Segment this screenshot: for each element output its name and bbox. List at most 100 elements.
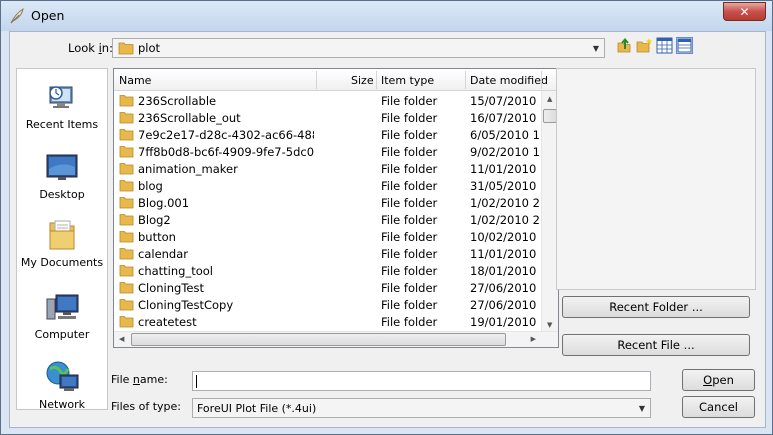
place-desktop[interactable]: Desktop — [17, 149, 107, 201]
file-name-cell: createtest — [138, 315, 197, 329]
text-caret — [196, 375, 197, 388]
files-of-type-dropdown[interactable]: ForeUI Plot File (*.4ui) ▼ — [192, 398, 651, 418]
places-bar: Recent Items Desktop My Documents Comput… — [16, 68, 108, 411]
file-row[interactable]: calendar File folder 11/01/2010 1 — [114, 245, 540, 262]
place-recent-items[interactable]: Recent Items — [17, 79, 107, 131]
folder-icon — [119, 128, 134, 144]
file-row[interactable]: Blog2 File folder 1/02/2010 2:4 — [114, 211, 540, 228]
file-name-cell: CloningTest — [138, 281, 204, 295]
file-row[interactable]: Blog.001 File folder 1/02/2010 2:0 — [114, 194, 540, 211]
scroll-left-icon[interactable]: ◀ — [119, 335, 124, 343]
close-icon: ✕ — [739, 4, 750, 19]
file-row[interactable]: chatting_tool File folder 18/01/2010 1 — [114, 262, 540, 279]
scroll-up-icon[interactable]: ▲ — [547, 95, 552, 103]
date-modified-cell: 11/01/2010 1 — [470, 162, 540, 176]
file-name-cell: Blog.001 — [138, 196, 190, 210]
open-button[interactable]: Open — [682, 369, 755, 391]
file-row[interactable]: 7ff8b0d8-bc6f-4909-9fe7-5dc0... File fold… — [114, 143, 540, 160]
file-name-cell: chatting_tool — [138, 264, 213, 278]
new-folder-icon[interactable] — [636, 37, 653, 54]
folder-icon — [119, 111, 134, 127]
look-in-dropdown[interactable]: plot ▼ — [112, 38, 605, 58]
item-type-cell: File folder — [381, 298, 438, 312]
horizontal-scroll-thumb[interactable] — [131, 333, 506, 346]
file-row[interactable]: createtest File folder 19/01/2010 8 — [114, 313, 540, 330]
date-modified-cell: 15/07/2010 1 — [470, 94, 540, 108]
recent-items-icon — [44, 79, 80, 115]
date-modified-cell: 11/01/2010 1 — [470, 247, 540, 261]
files-of-type-label: Files of type: — [111, 400, 182, 413]
file-list[interactable]: Name Size Item type Date modified 236Scr… — [113, 68, 559, 348]
recent-folder-button[interactable]: Recent Folder ... — [562, 296, 750, 318]
item-type-cell: File folder — [381, 94, 438, 108]
file-row[interactable]: blog File folder 31/05/2010 9 — [114, 177, 540, 194]
item-type-cell: File folder — [381, 281, 438, 295]
network-icon — [44, 359, 80, 395]
folder-icon — [119, 281, 134, 297]
date-modified-cell: 9/02/2010 11 — [470, 145, 540, 159]
chevron-down-icon[interactable]: ▼ — [634, 399, 650, 417]
file-name-cell: button — [138, 230, 176, 244]
item-type-cell: File folder — [381, 213, 438, 227]
folder-icon — [119, 298, 134, 314]
column-item-type[interactable]: Item type — [381, 74, 434, 87]
column-divider[interactable] — [465, 71, 466, 89]
file-row[interactable]: 236Scrollable_out File folder 16/07/2010 9 — [114, 109, 540, 126]
place-label: Recent Items — [25, 118, 99, 131]
my-documents-icon — [44, 217, 80, 253]
date-modified-cell: 27/06/2010 1 — [470, 298, 540, 312]
place-label: Computer — [34, 328, 90, 341]
toolbar — [616, 37, 693, 54]
file-name-cell: animation_maker — [138, 162, 238, 176]
column-divider[interactable] — [541, 71, 542, 89]
file-row[interactable]: animation_maker File folder 11/01/2010 1 — [114, 160, 540, 177]
chevron-down-icon[interactable]: ▼ — [588, 39, 604, 57]
file-row[interactable]: CloningTest File folder 27/06/2010 1 — [114, 279, 540, 296]
date-modified-cell: 27/06/2010 1 — [470, 281, 540, 295]
folder-icon — [119, 179, 134, 195]
desktop-icon — [44, 149, 80, 185]
folder-icon — [119, 94, 134, 110]
column-size[interactable]: Size — [351, 74, 374, 87]
details-view-icon[interactable] — [676, 37, 693, 54]
place-network[interactable]: Network — [17, 359, 107, 411]
preview-pane — [556, 68, 756, 290]
file-row[interactable]: button File folder 10/02/2010 2 — [114, 228, 540, 245]
item-type-cell: File folder — [381, 196, 438, 210]
item-type-cell: File folder — [381, 179, 438, 193]
file-row[interactable]: 236Scrollable File folder 15/07/2010 1 — [114, 92, 540, 109]
folder-icon — [119, 162, 134, 178]
place-computer[interactable]: Computer — [17, 289, 107, 341]
place-my-documents[interactable]: My Documents — [17, 217, 107, 269]
column-name[interactable]: Name — [119, 74, 151, 87]
item-type-cell: File folder — [381, 111, 438, 125]
horizontal-scrollbar[interactable]: ◀ ▶ — [114, 331, 558, 347]
recent-file-button[interactable]: Recent File ... — [562, 334, 750, 356]
column-date-modified[interactable]: Date modified — [470, 74, 548, 87]
vertical-scroll-thumb[interactable] — [543, 109, 557, 123]
close-button[interactable]: ✕ — [723, 2, 766, 21]
title-bar[interactable]: Open ✕ — [1, 1, 772, 31]
window-title: Open — [31, 8, 65, 23]
date-modified-cell: 31/05/2010 9 — [470, 179, 540, 193]
date-modified-cell: 16/07/2010 9 — [470, 111, 540, 125]
file-name-input[interactable] — [192, 371, 651, 391]
column-divider[interactable] — [376, 71, 377, 89]
folder-icon — [119, 230, 134, 246]
dialog-body: Look in: plot ▼ Recent Items Desktop My … — [9, 31, 766, 428]
file-name-cell: 236Scrollable_out — [138, 111, 241, 125]
column-divider[interactable] — [316, 71, 317, 89]
list-view-icon[interactable] — [656, 37, 673, 54]
item-type-cell: File folder — [381, 264, 438, 278]
file-row[interactable]: CloningTestCopy File folder 27/06/2010 1 — [114, 296, 540, 313]
cancel-button[interactable]: Cancel — [682, 396, 755, 418]
file-row[interactable]: 7e9c2e17-d28c-4302-ac66-488... File folde… — [114, 126, 540, 143]
item-type-cell: File folder — [381, 247, 438, 261]
up-folder-icon[interactable] — [616, 37, 633, 54]
folder-icon — [119, 196, 134, 212]
date-modified-cell: 1/02/2010 2:4 — [470, 213, 540, 227]
file-name-cell: 7ff8b0d8-bc6f-4909-9fe7-5dc0... — [138, 145, 314, 159]
scroll-down-icon[interactable]: ▼ — [547, 321, 552, 329]
scroll-right-icon[interactable]: ▶ — [531, 335, 536, 343]
file-name-cell: CloningTestCopy — [138, 298, 234, 312]
